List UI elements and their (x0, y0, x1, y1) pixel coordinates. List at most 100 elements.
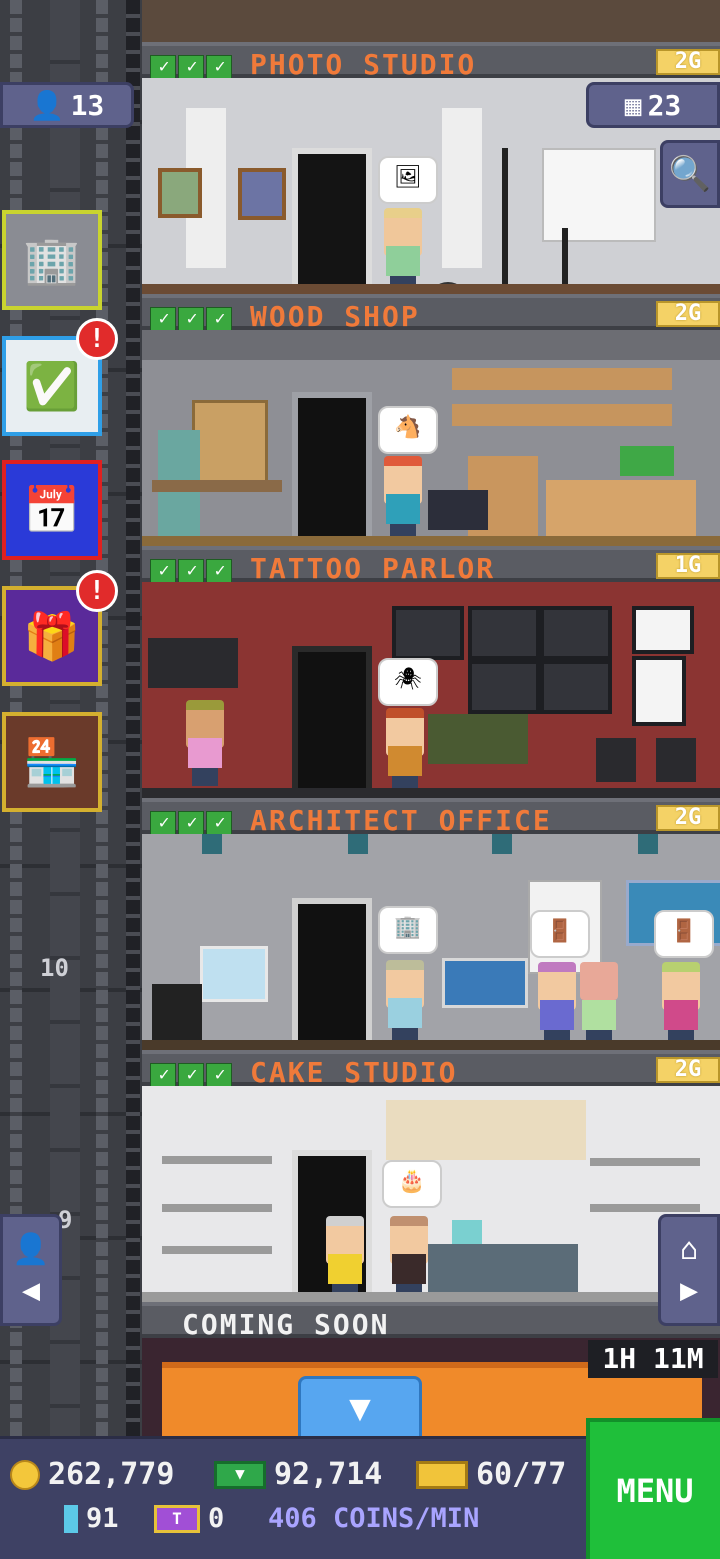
floor-cake-studio[interactable]: ✓ ✓ ✓ CAKE STUDIO 2G 🎂 (142, 1050, 720, 1302)
calendar-event-button[interactable]: 📅 (2, 460, 102, 560)
thought-bubble[interactable]: 🚪 (654, 910, 714, 958)
easel (200, 946, 268, 1002)
bitizen[interactable] (380, 208, 426, 294)
bubble-content: 🎂 (398, 1169, 426, 1194)
chevron-right-icon: ▶ (679, 1273, 699, 1308)
bubble-content: 🐴 (394, 415, 422, 440)
bitizen[interactable] (382, 960, 428, 1046)
elevator-door (292, 898, 372, 1048)
bitizen[interactable] (658, 962, 704, 1048)
tattoo-flash-frame (632, 606, 694, 654)
bitizen-body (388, 998, 422, 1028)
bitizen[interactable] (386, 1216, 432, 1302)
floor-name: TATTOO PARLOR (250, 552, 496, 585)
bitizen[interactable] (382, 708, 428, 794)
bitizen[interactable] (322, 1216, 368, 1302)
table-saw (428, 490, 488, 530)
ceiling-lamp (202, 834, 222, 854)
chair (656, 738, 696, 782)
coins-stat[interactable]: 262,779 (10, 1457, 174, 1492)
search-icon: 🔍 (668, 154, 712, 194)
bubble-content: 🏢 (394, 915, 422, 940)
coins-value: 262,779 (48, 1457, 175, 1492)
gift-icon: 🎁 (23, 608, 81, 663)
bitizen-prev-button[interactable]: 👤 ◀ (0, 1214, 62, 1326)
bitizen-body (540, 1000, 574, 1030)
coin-icon (10, 1459, 40, 1490)
chevron-down-icon: ▼ (349, 1388, 371, 1429)
room-interior: 🎂 (142, 1086, 720, 1302)
population-counter[interactable]: 👤 13 (0, 82, 134, 128)
shop-button[interactable]: 🏪 (2, 712, 102, 812)
bux-stat[interactable]: ▼ 92,714 (214, 1457, 382, 1492)
thought-bubble[interactable]: 🏢 (378, 906, 438, 954)
golden-tickets-stat[interactable]: 60/77 (416, 1457, 566, 1492)
workbench (152, 480, 282, 492)
tower[interactable]: ✓ ✓ ✓ PHOTO STUDIO 2G 🖼 ✓ ✓ ✓ WOOD SHOP … (142, 0, 720, 1446)
shop-stall-icon: 🏪 (23, 734, 81, 789)
wood-crate (546, 480, 696, 536)
floor-baseboard (142, 788, 720, 798)
thought-bubble[interactable]: 🖼 (378, 156, 438, 204)
room-interior: 🏢 🚪 🚪 (142, 834, 720, 1050)
scroll-down-button[interactable]: ▼ (298, 1376, 422, 1440)
bubble-content: 🕷 (394, 667, 422, 692)
toolbox (620, 446, 674, 476)
shaft-rail (126, 0, 140, 1440)
bitizen-legs (192, 768, 218, 786)
bitizen[interactable] (380, 456, 426, 542)
floor-wood-shop[interactable]: ✓ ✓ ✓ WOOD SHOP 2G 🐴 (142, 294, 720, 546)
floor-count-value: 23 (647, 88, 682, 122)
tattoo-flash-frame (632, 656, 686, 726)
thought-bubble[interactable]: 🕷 (378, 658, 438, 706)
bitizen-body (392, 1254, 426, 1284)
bitizen-body (386, 494, 420, 524)
construction-timer: 1H 11M (588, 1340, 718, 1378)
gift-alert-badge: ! (76, 570, 118, 612)
legendary-stat[interactable]: 91 (64, 1503, 119, 1534)
bitizen[interactable] (534, 962, 580, 1048)
missions-alert-badge: ! (76, 318, 118, 360)
vip-stat[interactable]: T 0 (154, 1503, 224, 1534)
floor-tattoo-parlor[interactable]: ✓ ✓ ✓ TATTOO PARLOR 1G 🕷 (142, 546, 720, 798)
bitizen[interactable] (182, 700, 228, 786)
legendary-bitizen-icon (64, 1504, 78, 1533)
thought-bubble[interactable]: 🎂 (382, 1160, 442, 1208)
golden-ticket-icon (416, 1460, 468, 1489)
population-value: 13 (70, 88, 105, 122)
stock-checks: ✓ ✓ ✓ (150, 302, 234, 331)
bitizen-body (188, 738, 222, 768)
building-icon: ▦ (624, 88, 642, 122)
search-button[interactable]: 🔍 (660, 140, 720, 208)
ceiling-lights (142, 330, 720, 360)
floor-next-button[interactable]: ⌂ ▶ (658, 1214, 720, 1326)
tattoo-flash-frame (468, 606, 540, 660)
floor-photo-studio[interactable]: ✓ ✓ ✓ PHOTO STUDIO 2G 🖼 (142, 42, 720, 294)
menu-button[interactable]: MENU (586, 1418, 720, 1559)
chevron-left-icon: ◀ (21, 1273, 41, 1308)
elevator-door (292, 646, 372, 796)
floor-badge: 1G (656, 553, 720, 579)
picture-frame (238, 168, 286, 220)
bitizen-body (328, 1254, 362, 1284)
tattoo-flash-frame (540, 606, 612, 660)
shelf (162, 1156, 272, 1164)
vip-value: 0 (208, 1503, 225, 1534)
checklist-icon: ✅ (23, 358, 81, 413)
room-interior: 🕷 (142, 582, 720, 798)
coin-rate: 406 COINS/MIN (268, 1503, 480, 1534)
light-stand (502, 148, 508, 294)
floor-header: ✓ ✓ ✓ WOOD SHOP 2G (142, 294, 720, 333)
bux-value: 92,714 (274, 1457, 383, 1492)
tool-board (192, 400, 268, 486)
floor-badge: 2G (656, 805, 720, 831)
floor-header: ✓ ✓ ✓ TATTOO PARLOR 1G (142, 546, 720, 585)
floor-architect-office[interactable]: ✓ ✓ ✓ ARCHITECT OFFICE 2G 🏢 🚪 🚪 (142, 798, 720, 1050)
thought-bubble[interactable]: 🐴 (378, 406, 438, 454)
floor-counter[interactable]: ▦ 23 (586, 82, 720, 128)
thought-bubble[interactable]: 🚪 (530, 910, 590, 958)
tower-overview-button[interactable]: 🏢 (2, 210, 102, 310)
floor-name: PHOTO STUDIO (250, 48, 477, 81)
pillar (442, 108, 482, 268)
bitizen[interactable] (576, 962, 622, 1048)
